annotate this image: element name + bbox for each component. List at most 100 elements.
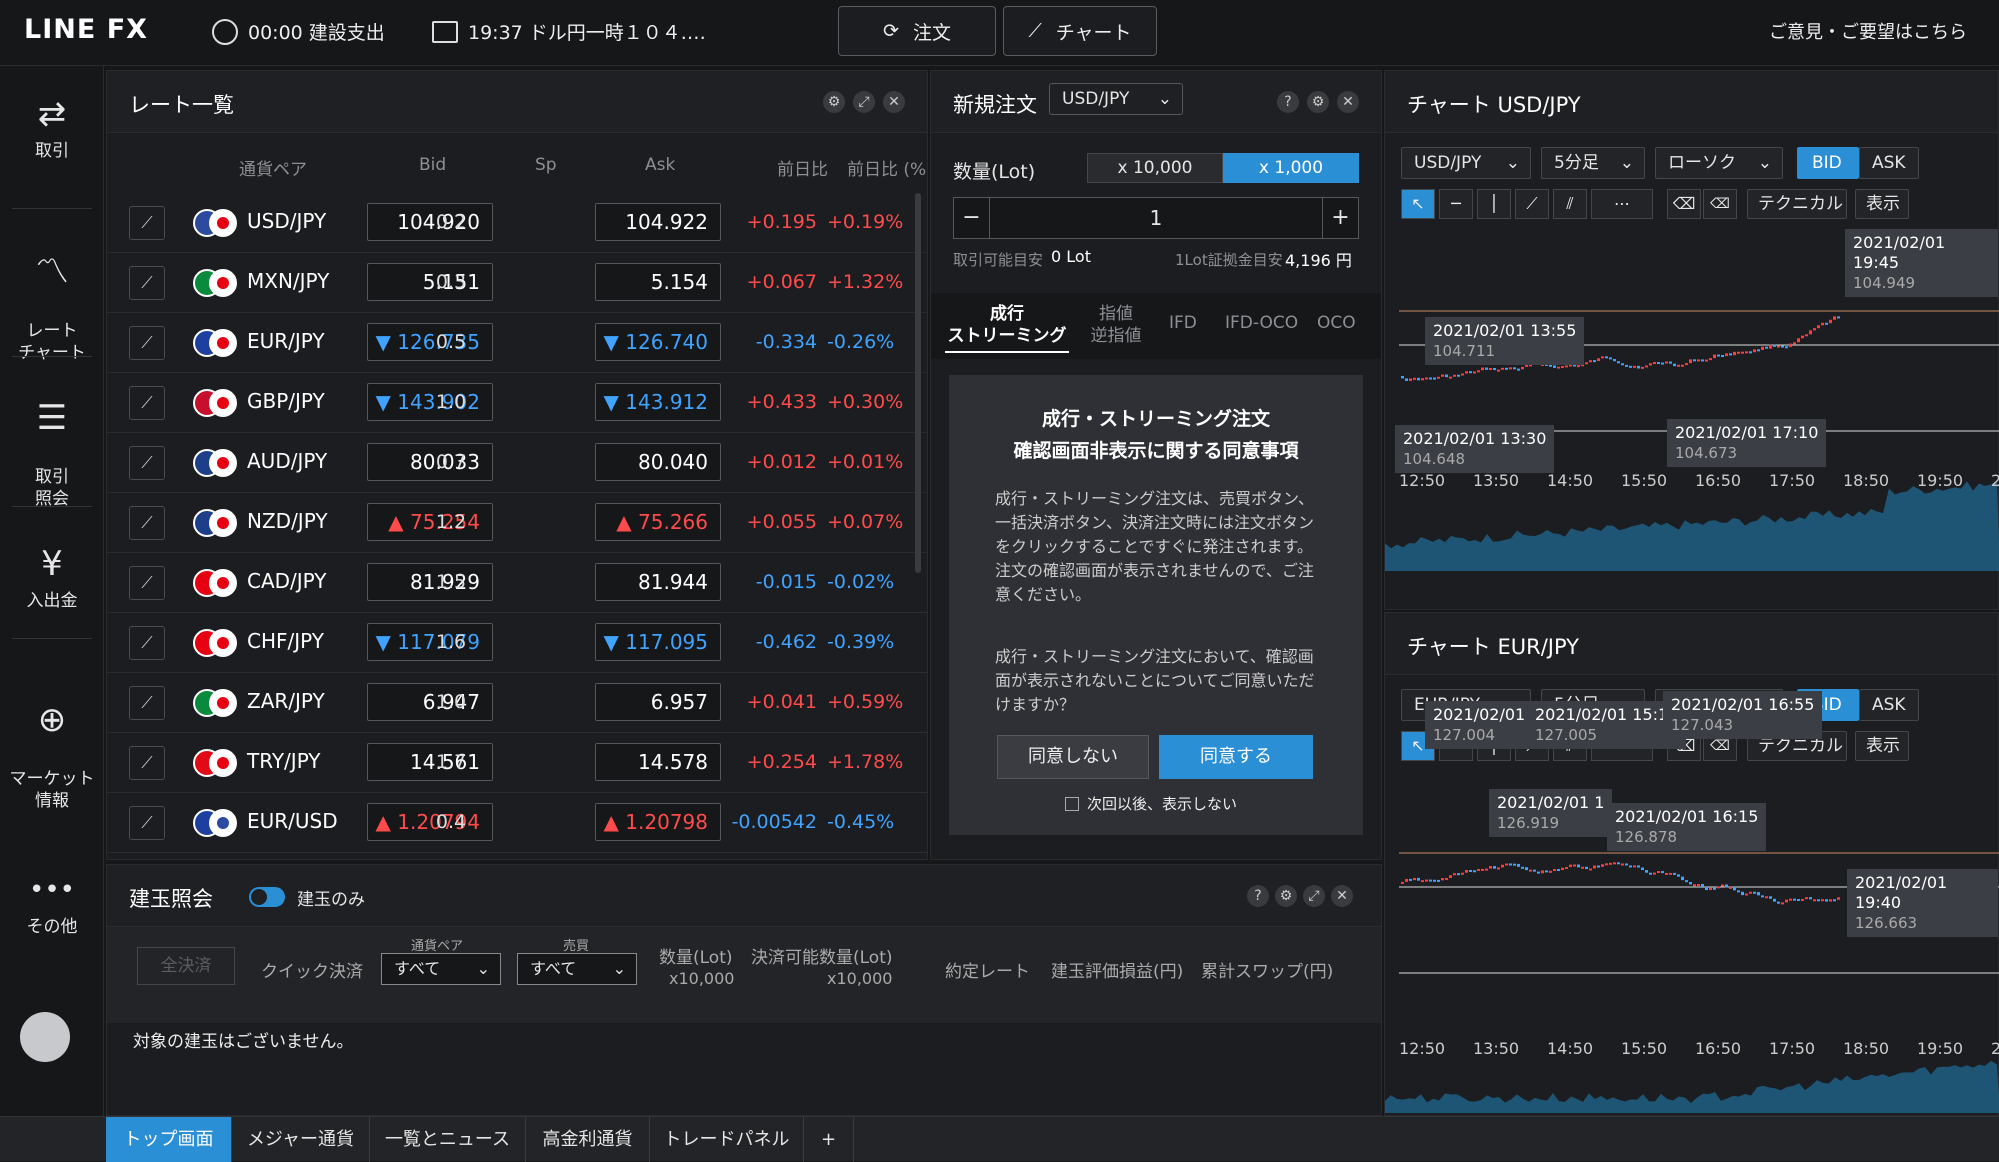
ask-price[interactable]: 6.957: [595, 683, 721, 721]
rate-row[interactable]: ⟋ CAD/JPY 81.929 1.5 81.944 -0.015 -0.02%: [107, 553, 927, 613]
chart-icon[interactable]: ⟋: [129, 566, 165, 600]
ask-price[interactable]: ▼ 117.095: [595, 623, 721, 661]
news-item-1[interactable]: 00:00 建設支出: [212, 18, 385, 45]
tab-top[interactable]: トップ画面: [106, 1117, 232, 1162]
tab-ifd-oco[interactable]: IFD-OCO: [1225, 313, 1298, 333]
eraser-icon[interactable]: ⌫: [1667, 189, 1701, 219]
ask-price[interactable]: 104.922: [595, 203, 721, 241]
tab-list-news[interactable]: 一覧とニュース: [370, 1117, 526, 1162]
rate-row[interactable]: ⟋ AUD/JPY 80.033 0.7 80.040 +0.012 +0.01%: [107, 433, 927, 493]
sidebar-item-rate-chart[interactable]: 〽 レート チャート: [0, 230, 104, 364]
unit-10000-button[interactable]: x 10,000: [1087, 153, 1223, 183]
sidebar-item-other[interactable]: ••• その他: [0, 870, 104, 938]
pair-select[interactable]: USD/JPY ⌄: [1049, 83, 1183, 115]
sidebar-item-market[interactable]: ⊕ マーケット 情報: [0, 678, 104, 812]
rate-row[interactable]: ⟋ NZD/JPY ▲ 75.254 1.2 ▲ 75.266 +0.055 +0.07%: [107, 493, 927, 553]
ask-price[interactable]: ▲ 1.20798: [595, 803, 721, 841]
expand-icon[interactable]: ⤢: [853, 91, 875, 113]
ask-price[interactable]: 80.040: [595, 443, 721, 481]
chart-icon[interactable]: ⟋: [129, 686, 165, 720]
chart-icon[interactable]: ⟋: [129, 386, 165, 420]
period-select[interactable]: 5分足 ⌄: [1541, 147, 1645, 179]
rate-row[interactable]: ⟋ CHF/JPY ▼ 117.079 1.6 ▼ 117.095 -0.462 -0.39…: [107, 613, 927, 673]
ask-price[interactable]: 14.578: [595, 743, 721, 781]
parallel-icon[interactable]: ⫽: [1553, 189, 1587, 219]
minus-icon[interactable]: −: [954, 198, 990, 238]
rate-row[interactable]: ⟋ MXN/JPY 5.151 0.3 5.154 +0.067 +1.32%: [107, 253, 927, 313]
avatar[interactable]: [20, 1012, 70, 1062]
chart-icon[interactable]: ⟋: [129, 626, 165, 660]
dont-show-checkbox[interactable]: [1065, 797, 1079, 811]
rate-row[interactable]: ⟋ EUR/USD ▲ 1.20794 0.4 ▲ 1.20798 -0.00542 -0.…: [107, 793, 927, 853]
help-icon[interactable]: ?: [1247, 885, 1269, 907]
display-button[interactable]: 表示: [1855, 731, 1909, 761]
sidebar-item-deposit[interactable]: ¥ 入出金: [0, 544, 104, 612]
rate-row[interactable]: ⟋ GBP/JPY ▼ 143.902 1.0 ▼ 143.912 +0.433 +0.30…: [107, 373, 927, 433]
cursor-icon[interactable]: ↖: [1401, 189, 1435, 219]
feedback-link[interactable]: ご意見・ご要望はこちら: [1769, 18, 1967, 44]
tab-market-streaming[interactable]: 成行 ストリーミング: [945, 303, 1069, 353]
technical-button[interactable]: テクニカル: [1747, 189, 1847, 219]
help-icon[interactable]: ?: [1277, 91, 1299, 113]
vline-icon[interactable]: │: [1477, 189, 1511, 219]
ask-price[interactable]: ▲ 75.266: [595, 503, 721, 541]
order-button[interactable]: ⟳ 注文: [838, 6, 996, 56]
chart-button[interactable]: ⟋ チャート: [1003, 6, 1157, 56]
tab-limit[interactable]: 指値 逆指値: [1081, 303, 1151, 347]
side-filter-select[interactable]: すべて ⌄: [517, 953, 637, 985]
qty-input[interactable]: 1: [990, 198, 1322, 238]
chart-icon[interactable]: ⟋: [129, 446, 165, 480]
scrollbar[interactable]: [915, 193, 921, 573]
display-button[interactable]: 表示: [1855, 189, 1909, 219]
settings-icon[interactable]: ⚙: [823, 91, 845, 113]
ask-price[interactable]: ▼ 126.740: [595, 323, 721, 361]
chart-pair-select[interactable]: USD/JPY ⌄: [1401, 147, 1531, 179]
close-icon[interactable]: ✕: [1331, 885, 1353, 907]
hline-icon[interactable]: ─: [1439, 189, 1473, 219]
tab-high-interest[interactable]: 高金利通貨: [526, 1117, 650, 1162]
ask-price[interactable]: ▼ 143.912: [595, 383, 721, 421]
chart-icon[interactable]: ⟋: [129, 326, 165, 360]
ask-price[interactable]: 5.154: [595, 263, 721, 301]
chart-icon[interactable]: ⟋: [129, 266, 165, 300]
more-tools-icon[interactable]: ⋯: [1591, 189, 1653, 219]
news-item-2[interactable]: 19:37 ドル円一時１０４.…: [432, 18, 706, 45]
disagree-button[interactable]: 同意しない: [997, 735, 1149, 779]
settings-icon[interactable]: ⚙: [1275, 885, 1297, 907]
close-icon[interactable]: ✕: [1337, 91, 1359, 113]
chart-icon[interactable]: ⟋: [129, 506, 165, 540]
ask-price[interactable]: 81.944: [595, 563, 721, 601]
agree-button[interactable]: 同意する: [1159, 735, 1313, 779]
sidebar-item-trade[interactable]: ⇄ 取引: [0, 94, 104, 162]
qty-stepper[interactable]: − 1 +: [953, 197, 1359, 239]
pair-filter-select[interactable]: すべて ⌄: [381, 953, 501, 985]
trendline-icon[interactable]: ⟋: [1515, 189, 1549, 219]
rate-row[interactable]: ⟋ EUR/JPY ▼ 126.735 0.5 ▼ 126.740 -0.334 -0.26…: [107, 313, 927, 373]
chart-icon[interactable]: ⟋: [129, 746, 165, 780]
rate-row[interactable]: ⟋ USD/JPY 104.920 0.2 104.922 +0.195 +0.19%: [107, 193, 927, 253]
eraser-all-icon[interactable]: ⌫: [1703, 189, 1737, 219]
rate-row[interactable]: ⟋ TRY/JPY 14.561 1.7 14.578 +0.254 +1.78%: [107, 733, 927, 793]
chart-icon[interactable]: ⟋: [129, 806, 165, 840]
positions-only-toggle[interactable]: [249, 887, 285, 907]
tab-ifd[interactable]: IFD: [1169, 313, 1197, 333]
chart-type-select[interactable]: ローソク ⌄: [1655, 147, 1783, 179]
ask-button[interactable]: ASK: [1859, 147, 1919, 179]
sidebar-item-history[interactable]: ☰ 取引 照会: [0, 376, 104, 510]
unit-1000-button[interactable]: x 1,000: [1223, 153, 1359, 183]
tab-major[interactable]: メジャー通貨: [232, 1117, 370, 1162]
rate-row[interactable]: ⟋ ZAR/JPY 6.947 1.0 6.957 +0.041 +0.59%: [107, 673, 927, 733]
tab-trade-panel[interactable]: トレードパネル: [650, 1117, 804, 1162]
close-icon[interactable]: ✕: [883, 91, 905, 113]
bid-button[interactable]: BID: [1797, 147, 1859, 179]
ask-button[interactable]: ASK: [1859, 689, 1919, 721]
expand-icon[interactable]: ⤢: [1303, 885, 1325, 907]
settle-all-button[interactable]: 全決済: [137, 947, 235, 985]
settings-icon[interactable]: ⚙: [1307, 91, 1329, 113]
candle: [1409, 378, 1412, 381]
plus-icon[interactable]: +: [1322, 198, 1358, 238]
add-tab-button[interactable]: +: [804, 1117, 854, 1162]
candle: [1445, 877, 1448, 880]
chart-icon[interactable]: ⟋: [129, 206, 165, 240]
tab-oco[interactable]: OCO: [1317, 313, 1356, 333]
